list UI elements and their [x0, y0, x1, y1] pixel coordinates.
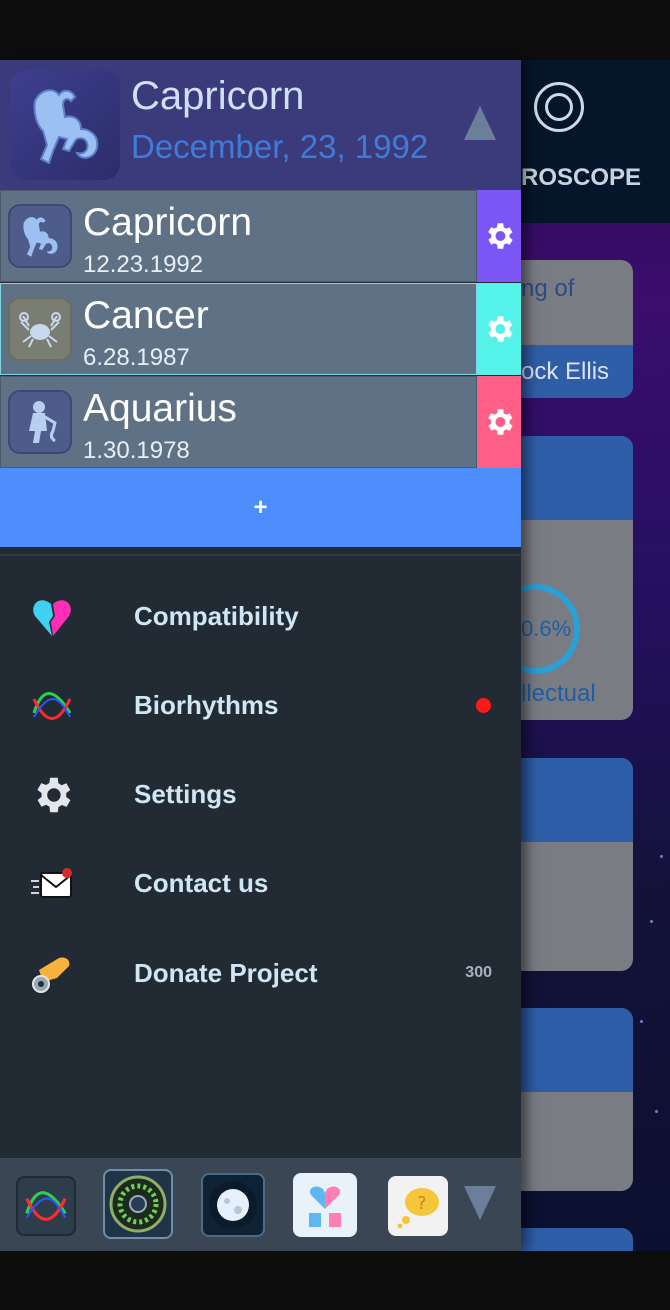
- card-text: ng of: [521, 275, 575, 302]
- app-launcher-bar: ?: [0, 1158, 521, 1251]
- donate-icon: [28, 950, 76, 998]
- gear-icon: [488, 409, 513, 435]
- chevron-down-icon[interactable]: [464, 1186, 496, 1220]
- profile-name: Capricorn: [83, 201, 253, 244]
- compatibility-app-icon[interactable]: [293, 1173, 357, 1237]
- profile-name: Cancer: [83, 294, 209, 337]
- menu-item-settings[interactable]: Settings: [0, 755, 521, 835]
- cancer-icon: [8, 297, 72, 361]
- heart-icon: [28, 593, 76, 641]
- gauge-label: llectual: [521, 680, 596, 707]
- zodiac-logo-icon: [534, 82, 584, 132]
- mail-icon: [28, 860, 76, 908]
- gear-icon: [488, 316, 513, 342]
- star: [640, 1020, 643, 1023]
- svg-text:?: ?: [417, 1193, 427, 1214]
- profile-date: 1.30.1978: [83, 437, 190, 464]
- menu-item-compatibility[interactable]: Compatibility: [0, 577, 521, 657]
- donate-count: 300: [465, 964, 492, 981]
- gauge-value: 0.6%: [521, 616, 572, 641]
- aquarius-icon: [8, 390, 72, 454]
- profile-row-aquarius[interactable]: Aquarius 1.30.1978: [0, 376, 521, 468]
- star: [660, 855, 663, 858]
- add-profile-button[interactable]: +: [0, 468, 521, 547]
- capricorn-icon: [8, 204, 72, 268]
- capricorn-icon: [10, 70, 120, 180]
- menu-label: Settings: [134, 779, 237, 809]
- background-header-title: ROSCOPE: [521, 164, 642, 191]
- moon-app-icon[interactable]: [201, 1173, 265, 1237]
- star: [655, 1110, 658, 1113]
- profile-settings-button[interactable]: [477, 190, 521, 282]
- profile-row-body[interactable]: Capricorn 12.23.1992: [0, 190, 477, 282]
- status-bar: [0, 0, 670, 60]
- profile-row-body[interactable]: Cancer 6.28.1987: [0, 283, 477, 375]
- menu-label: Biorhythms: [134, 690, 279, 720]
- menu-item-biorhythms[interactable]: Biorhythms: [0, 666, 521, 746]
- profile-settings-button[interactable]: [477, 283, 521, 375]
- zodiac-wheel-app-icon[interactable]: [103, 1169, 173, 1239]
- profile-settings-button[interactable]: [477, 376, 521, 468]
- profile-date: 6.28.1987: [83, 344, 190, 371]
- profile-name: Aquarius: [83, 387, 237, 430]
- profile-row-body[interactable]: Aquarius 1.30.1978: [0, 376, 477, 468]
- menu-label: Contact us: [134, 868, 269, 898]
- current-profile-header[interactable]: Capricorn December, 23, 1992: [0, 60, 521, 190]
- chevron-up-icon[interactable]: [464, 106, 496, 140]
- profile-row-capricorn[interactable]: Capricorn 12.23.1992: [0, 190, 521, 282]
- menu-label: Compatibility: [134, 601, 299, 631]
- menu-item-donate[interactable]: Donate Project 300: [0, 934, 521, 1014]
- notification-dot: [476, 698, 491, 713]
- menu-label: Donate Project: [134, 958, 318, 988]
- star: [650, 920, 653, 923]
- biorhythm-icon: [28, 682, 76, 730]
- biorhythm-app-icon[interactable]: [16, 1176, 76, 1236]
- gear-icon: [28, 771, 76, 819]
- question-app-icon[interactable]: ?: [388, 1176, 448, 1236]
- profile-row-cancer[interactable]: Cancer 6.28.1987: [0, 283, 521, 375]
- card-text: ock Ellis: [521, 358, 610, 385]
- screen: ROSCOPE ng of ock Ellis 0.6% llectual Ca…: [0, 0, 670, 1310]
- menu-item-contact[interactable]: Contact us: [0, 844, 521, 924]
- current-profile-date: December, 23, 1992: [131, 128, 429, 165]
- navigation-drawer: Capricorn December, 23, 1992 Capricorn 1…: [0, 60, 521, 1251]
- profile-date: 12.23.1992: [83, 251, 204, 278]
- divider: [0, 554, 521, 556]
- navigation-bar: [0, 1251, 670, 1310]
- gear-icon: [488, 223, 513, 249]
- current-profile-name: Capricorn: [131, 74, 305, 118]
